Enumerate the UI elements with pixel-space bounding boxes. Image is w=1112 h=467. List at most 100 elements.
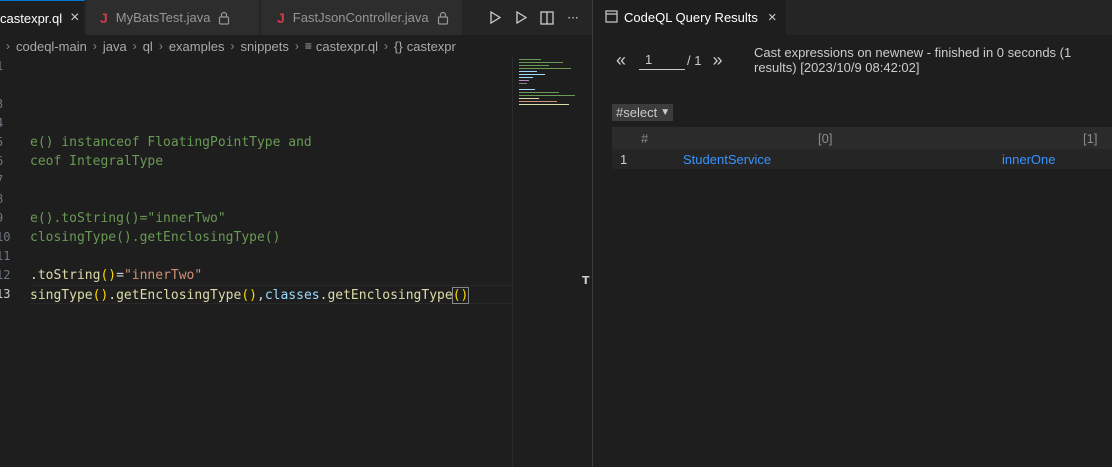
- page-number-input[interactable]: [639, 50, 685, 70]
- line-number: 10: [0, 230, 11, 244]
- code-token: (): [451, 287, 470, 304]
- column-header[interactable]: [1]: [1083, 131, 1097, 146]
- table-header: # [0] [1]: [612, 127, 1112, 149]
- java-file-icon: J: [277, 9, 285, 26]
- chevron-right-icon: ›: [6, 39, 10, 53]
- breadcrumb-item[interactable]: castexpr: [407, 39, 456, 54]
- vertical-scrollbar[interactable]: [580, 57, 592, 467]
- minimap-line: [519, 59, 541, 60]
- text-cursor: [468, 287, 470, 304]
- minimap-line: [519, 74, 545, 75]
- code-token: e().toString()=: [30, 211, 148, 226]
- next-page-icon[interactable]: »: [709, 50, 725, 71]
- breadcrumb-item[interactable]: ql: [143, 39, 153, 54]
- minimap[interactable]: [512, 57, 580, 467]
- result-set-value: #select: [616, 105, 658, 120]
- line-number: 5: [0, 133, 26, 152]
- tab-castexpr[interactable]: castexpr.ql ×: [0, 0, 85, 35]
- code-token: (): [92, 288, 109, 303]
- line-number: [0, 76, 26, 95]
- tab-label: FastJsonController.java: [292, 10, 429, 25]
- line-number: 9: [0, 209, 26, 228]
- result-pager: « / 1 »: [613, 50, 725, 70]
- result-link[interactable]: StudentService: [683, 152, 771, 167]
- breadcrumb: › codeql-main › java › ql › examples › s…: [0, 35, 592, 57]
- line-number: 1: [0, 57, 26, 76]
- chevron-right-icon: ›: [132, 39, 137, 53]
- run-outline-icon[interactable]: [510, 7, 532, 29]
- code-token: .getEnclosingType: [108, 288, 242, 303]
- minimap-line: [519, 71, 537, 72]
- code-token: "innerTwo": [147, 211, 226, 226]
- tab-codeql-query-results[interactable]: CodeQL Query Results ×: [593, 0, 786, 35]
- code-token: .toString: [30, 268, 101, 283]
- tab-mybatstest[interactable]: J MyBatsTest.java: [86, 0, 260, 35]
- code-token: ,: [257, 288, 265, 303]
- breadcrumb-item[interactable]: examples: [169, 39, 225, 54]
- tab-label: MyBatsTest.java: [115, 10, 211, 25]
- prev-page-icon[interactable]: «: [613, 50, 629, 71]
- tab-label: CodeQL Query Results: [624, 10, 758, 25]
- split-editor-icon[interactable]: [536, 7, 558, 29]
- code-line: .toString()="innerTwo": [30, 266, 512, 285]
- minimap-line: [519, 101, 557, 102]
- line-number: 8: [0, 190, 26, 209]
- code-editor[interactable]: 1 3 4 5 6 7 8 9 10 11 12 13 e() instance…: [0, 57, 512, 467]
- minimap-line: [519, 92, 559, 93]
- breadcrumb-item[interactable]: snippets: [240, 39, 288, 54]
- minimap-line: [519, 77, 533, 78]
- results-tabbar: CodeQL Query Results ×: [593, 0, 1112, 35]
- code-line: closingType().getEnclosingType(): [30, 230, 281, 245]
- code-token: "innerTwo": [123, 268, 203, 283]
- code-token: classes: [264, 288, 320, 303]
- code-line: ceof IntegralType: [30, 154, 164, 169]
- run-icon[interactable]: [484, 7, 506, 29]
- chevron-right-icon: ›: [294, 39, 299, 53]
- page-total: / 1: [687, 52, 702, 68]
- editor-actions: ···: [484, 0, 584, 35]
- minimap-line: [519, 98, 539, 99]
- line-number-active: 13: [0, 287, 11, 301]
- line-number: 4: [0, 114, 26, 133]
- row-number: 1: [620, 152, 628, 167]
- breadcrumb-item[interactable]: java: [103, 39, 127, 54]
- column-header[interactable]: #: [641, 131, 648, 146]
- line-number: 12: [0, 268, 11, 282]
- result-link[interactable]: innerOne: [1002, 152, 1055, 167]
- code-line-current: singType().getEnclosingType(),classes.ge…: [30, 285, 512, 304]
- code-line: e() instanceof FloatingPointType and: [30, 135, 312, 150]
- code-lines: e() instanceof FloatingPointType and ceo…: [30, 57, 512, 304]
- minimap-line: [519, 104, 569, 105]
- table-row: 1 StudentService innerOne: [612, 149, 1112, 169]
- line-number: 7: [0, 171, 26, 190]
- minimap-line: [519, 62, 563, 63]
- chevron-right-icon: ›: [230, 39, 235, 53]
- editor-tabbar: castexpr.ql × J MyBatsTest.java J FastJs…: [0, 0, 592, 35]
- query-results-panel: CodeQL Query Results × « / 1 » Cast expr…: [593, 0, 1112, 467]
- editor-group: castexpr.ql × J MyBatsTest.java J FastJs…: [0, 0, 592, 467]
- query-status: Cast expressions on newnew - finished in…: [754, 45, 1072, 75]
- line-number: 6: [0, 152, 26, 171]
- result-set-select[interactable]: #select ▼: [612, 104, 674, 121]
- breadcrumb-item[interactable]: codeql-main: [16, 39, 87, 54]
- close-icon[interactable]: ×: [768, 9, 777, 26]
- minimap-line: [519, 89, 535, 90]
- code-token: singType: [30, 288, 93, 303]
- lock-icon: [437, 11, 448, 25]
- java-file-icon: J: [100, 9, 108, 26]
- minimap-line: [519, 95, 575, 96]
- breadcrumb-item[interactable]: castexpr.ql: [316, 39, 378, 54]
- chevron-right-icon: ›: [158, 39, 163, 53]
- results-table: # [0] [1] 1 StudentService innerOne: [612, 127, 1112, 169]
- column-header[interactable]: [0]: [818, 131, 832, 146]
- tab-fastjsoncontroller[interactable]: J FastJsonController.java: [261, 0, 463, 35]
- minimap-line: [519, 68, 571, 69]
- close-icon[interactable]: ×: [70, 9, 79, 27]
- more-icon[interactable]: ···: [562, 7, 584, 29]
